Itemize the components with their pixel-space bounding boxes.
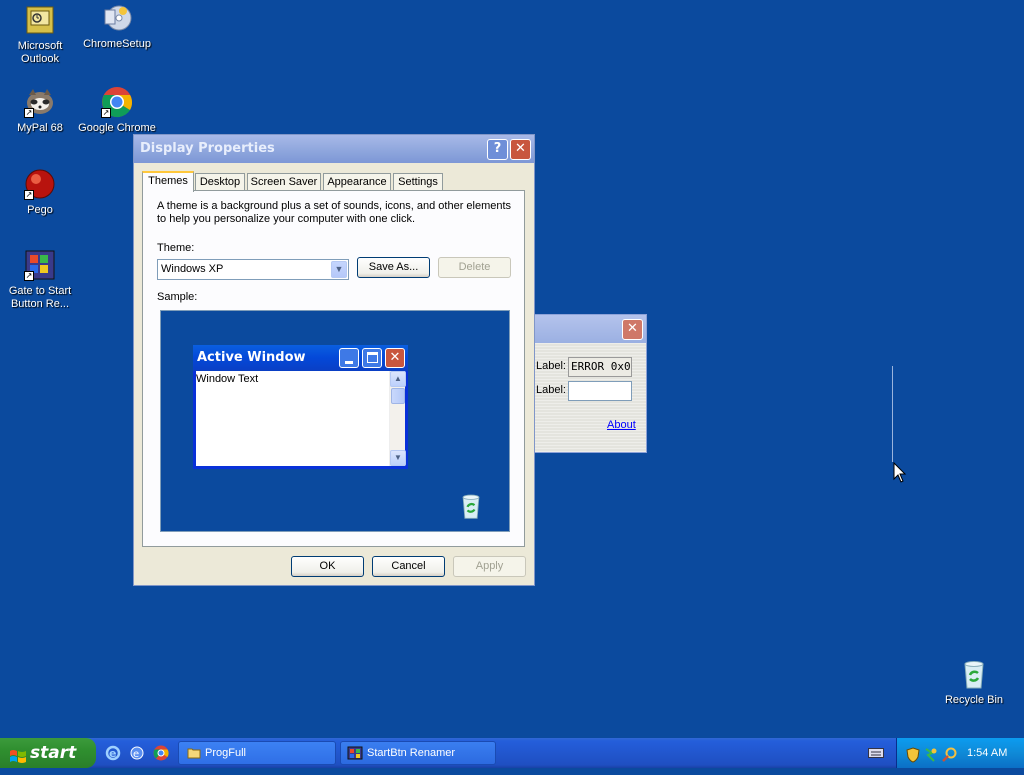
taskbar-item-progfull[interactable]: ProgFull <box>178 741 336 765</box>
chrome-icon: ↗ <box>101 86 133 118</box>
windows-logo-icon <box>9 745 27 763</box>
desktop-icon-outlook[interactable]: Microsoft Outlook <box>0 4 80 66</box>
svg-text:e: e <box>109 747 116 760</box>
background-window-body: Label: ERROR 0x0 Label: About <box>535 343 646 452</box>
close-icon: ✕ <box>515 141 526 156</box>
tab-desktop[interactable]: Desktop <box>195 173 245 191</box>
start-button[interactable]: start <box>0 738 96 768</box>
window-title: Display Properties <box>140 141 275 156</box>
about-link[interactable]: About <box>607 419 636 431</box>
field-label-2: Label: <box>536 384 566 396</box>
scroll-up-icon: ▲ <box>390 371 406 387</box>
desktop-icon-pego[interactable]: ↗ Pego <box>0 168 80 217</box>
close-button[interactable]: ✕ <box>510 139 531 160</box>
svg-text:e: e <box>133 749 139 760</box>
network-icon[interactable] <box>924 745 938 762</box>
scroll-thumb <box>391 388 405 404</box>
background-window[interactable]: ✕ Label: ERROR 0x0 Label: About <box>534 314 647 453</box>
desktop-icon-label: Google Chrome <box>78 122 156 134</box>
tab-settings[interactable]: Settings <box>393 173 443 191</box>
desktop-icon-label: ChromeSetup <box>83 38 151 50</box>
clock[interactable]: 1:54 AM <box>967 738 1007 768</box>
shortcut-arrow-icon: ↗ <box>24 190 34 200</box>
shortcut-arrow-icon: ↗ <box>24 271 34 281</box>
save-as-button[interactable]: Save As... <box>357 257 430 278</box>
recycle-bin-icon <box>958 658 990 690</box>
theme-select-value: Windows XP <box>161 263 224 275</box>
text-field[interactable] <box>568 381 632 401</box>
display-properties-titlebar[interactable]: Display Properties ? ✕ <box>134 135 534 163</box>
display-properties-window[interactable]: Display Properties ? ✕ Themes Desktop Sc… <box>133 134 535 586</box>
desktop-icon-label: Gate to Start Button Re... <box>8 285 72 310</box>
theme-description: A theme is a background plus a set of so… <box>157 200 512 225</box>
desktop-icon-mypal[interactable]: ↗ MyPal 68 <box>0 86 80 135</box>
installer-icon <box>101 2 133 34</box>
error-code-field[interactable]: ERROR 0x0 <box>568 357 632 377</box>
background-window-titlebar[interactable]: ✕ <box>535 315 646 343</box>
help-icon: ? <box>493 141 502 156</box>
desktop-icon-label: Recycle Bin <box>944 694 1004 706</box>
startbtn-renamer-icon <box>347 746 363 760</box>
gate-start-icon: ↗ <box>24 249 56 281</box>
outlook-icon <box>24 4 56 36</box>
taskbar-item-label: ProgFull <box>205 747 246 759</box>
taskbar-item-startbtn-renamer[interactable]: StartBtn Renamer <box>340 741 496 765</box>
tab-themes[interactable]: Themes <box>142 171 194 192</box>
sample-window-titlebar: Active Window ✕ <box>193 345 408 371</box>
desktop-line-artifact <box>892 366 893 462</box>
desktop-icon-recycle-bin[interactable]: Recycle Bin <box>934 658 1014 707</box>
ie-quicklaunch-icon[interactable]: e <box>105 745 121 761</box>
tab-screen-saver[interactable]: Screen Saver <box>247 173 321 191</box>
sample-label: Sample: <box>157 291 198 303</box>
tab-appearance[interactable]: Appearance <box>323 173 391 191</box>
keyboard-icon[interactable] <box>868 748 884 758</box>
chevron-down-icon[interactable]: ▼ <box>331 261 347 278</box>
mouse-cursor-icon <box>893 461 907 484</box>
sample-active-window: Active Window ✕ Window Text ▲ ▼ <box>193 345 408 469</box>
scroll-down-icon: ▼ <box>390 450 406 466</box>
folder-icon <box>187 746 201 760</box>
taskbar-item-label: StartBtn Renamer <box>367 747 456 759</box>
close-icon: ✕ <box>627 321 638 336</box>
desktop[interactable]: { "desktop": { "icons": [ {"label": "Mic… <box>0 0 1024 768</box>
desktop-icon-label: MyPal 68 <box>17 122 63 134</box>
theme-label: Theme: <box>157 242 195 254</box>
desktop-icon-label: Microsoft Outlook <box>17 40 63 65</box>
field-label-1: Label: <box>536 360 566 372</box>
search-icon[interactable] <box>942 745 958 762</box>
delete-button[interactable]: Delete <box>438 257 511 278</box>
theme-select[interactable]: Windows XP ▼ <box>157 259 349 280</box>
help-button[interactable]: ? <box>487 139 508 160</box>
outlook-express-quicklaunch-icon[interactable]: e <box>129 745 145 761</box>
maximize-icon <box>362 348 382 368</box>
desktop-icon-label: Pego <box>27 204 53 216</box>
apply-button[interactable]: Apply <box>453 556 526 577</box>
chrome-quicklaunch-icon[interactable] <box>153 745 169 761</box>
sample-window-title: Active Window <box>197 350 306 365</box>
background-window-close-button[interactable]: ✕ <box>622 319 643 340</box>
sample-scrollbar: ▲ ▼ <box>389 371 406 466</box>
shortcut-arrow-icon: ↗ <box>24 108 34 118</box>
desktop-icon-chrome[interactable]: ↗ Google Chrome <box>77 86 157 135</box>
desktop-icon-chromesetup[interactable]: ChromeSetup <box>77 2 157 51</box>
taskbar: start e e ProgFull StartBtn Renamer 1:54… <box>0 738 1024 768</box>
start-label: start <box>30 743 77 763</box>
pego-icon: ↗ <box>24 168 56 200</box>
theme-sample-preview: Active Window ✕ Window Text ▲ ▼ <box>160 310 510 532</box>
ok-button[interactable]: OK <box>291 556 364 577</box>
sample-window-text: Window Text <box>196 373 259 385</box>
themes-panel: A theme is a background plus a set of so… <box>142 190 525 547</box>
recycle-bin-icon <box>457 491 485 521</box>
desktop-icon-gate-to-start[interactable]: ↗ Gate to Start Button Re... <box>0 249 80 311</box>
shortcut-arrow-icon: ↗ <box>101 108 111 118</box>
system-tray: 1:54 AM <box>896 738 1024 768</box>
close-icon: ✕ <box>385 348 405 368</box>
minimize-icon <box>339 348 359 368</box>
cancel-button[interactable]: Cancel <box>372 556 445 577</box>
security-shield-icon[interactable] <box>906 745 920 763</box>
mypal-icon: ↗ <box>24 86 56 118</box>
